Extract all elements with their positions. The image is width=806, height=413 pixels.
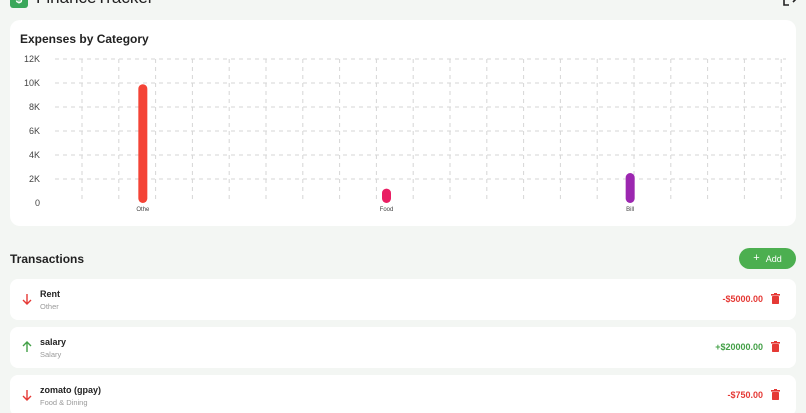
- app-header: $ FinanceTracker: [0, 0, 806, 10]
- transaction-category: Other: [40, 302, 59, 311]
- transaction-name: Rent: [40, 289, 60, 299]
- trash-icon[interactable]: [771, 293, 780, 304]
- transaction-category: Food & Dining: [40, 398, 88, 407]
- arrow-up-icon: [22, 341, 32, 352]
- transaction-row[interactable]: zomato (gpay) Food & Dining -$750.00: [10, 375, 796, 413]
- x-category-label: Bill: [626, 207, 634, 213]
- y-tick-label: 2K: [29, 174, 40, 184]
- bar-food: [382, 188, 391, 203]
- trash-icon[interactable]: [771, 341, 780, 352]
- y-tick-label: 6K: [29, 126, 40, 136]
- trash-icon[interactable]: [771, 389, 780, 400]
- transaction-row[interactable]: salary Salary +$20000.00: [10, 327, 796, 368]
- bar-othe: [138, 84, 148, 203]
- x-category-label: Food: [380, 207, 394, 213]
- add-button-label: Add: [765, 253, 782, 264]
- expenses-bar-chart: 0 2K 4K 6K 8K 10K 12K Othe Food Bill: [24, 54, 786, 213]
- transaction-amount: +$20000.00: [715, 342, 763, 352]
- y-tick-label: 10K: [24, 78, 40, 88]
- dollar-logo-icon: $: [10, 0, 28, 8]
- arrow-down-icon: [22, 390, 32, 401]
- logout-icon[interactable]: [782, 0, 798, 7]
- transactions-title: Transactions: [10, 252, 85, 266]
- transaction-amount: -$5000.00: [722, 294, 763, 304]
- x-category-label: Othe: [136, 207, 150, 213]
- expenses-chart-card: Expenses by Category 0 2K 4K 6K 8K 10K 12K Othe…: [10, 20, 796, 226]
- add-transaction-button[interactable]: + Add: [739, 248, 796, 269]
- transaction-category: Salary: [40, 350, 62, 359]
- arrow-down-icon: [22, 294, 32, 305]
- plus-icon: +: [753, 252, 760, 264]
- transaction-name: salary: [40, 337, 67, 347]
- y-tick-label: 8K: [29, 102, 40, 112]
- y-tick-label: 0: [35, 198, 40, 208]
- transaction-row[interactable]: Rent Other -$5000.00: [10, 279, 796, 320]
- transaction-amount: -$750.00: [727, 390, 763, 400]
- bar-bill: [625, 173, 635, 203]
- y-tick-label: 12K: [24, 54, 40, 64]
- y-tick-label: 4K: [29, 150, 40, 160]
- transaction-name: zomato (gpay): [40, 385, 102, 395]
- app-title: FinanceTracker: [36, 0, 153, 8]
